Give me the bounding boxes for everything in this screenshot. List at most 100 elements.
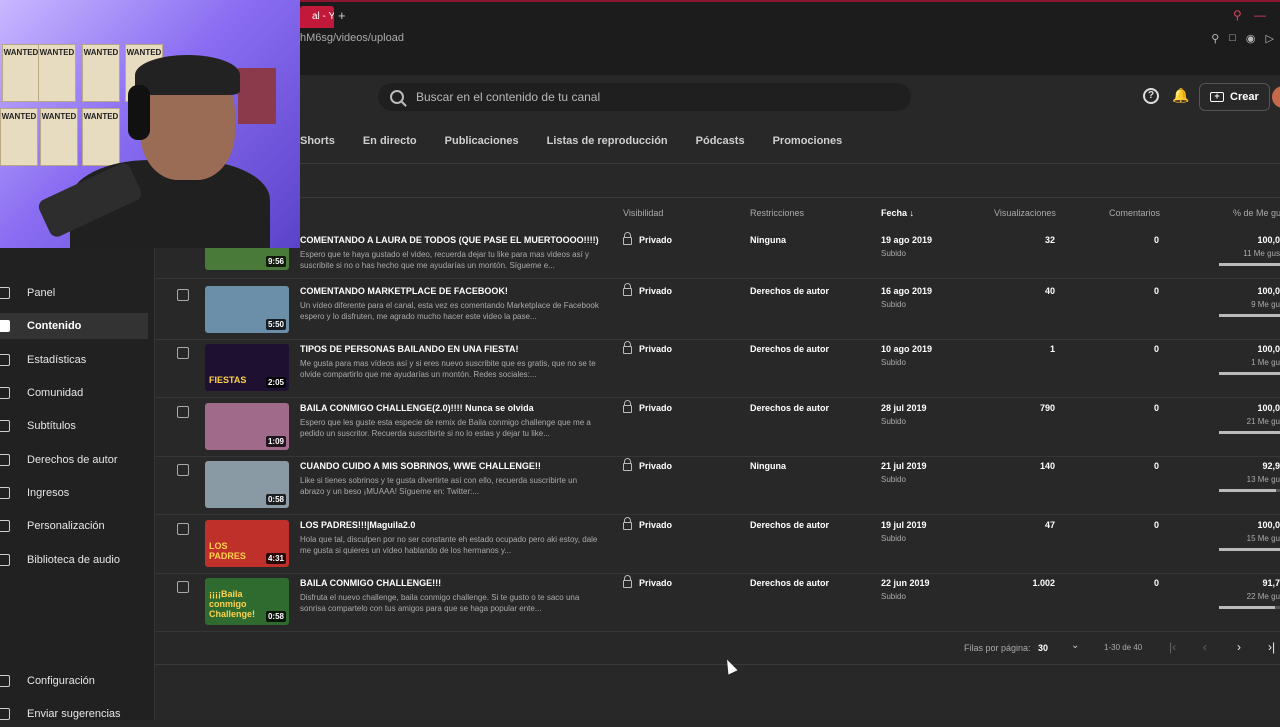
sidebar-item-audio-library[interactable]: Biblioteca de audio [0, 547, 148, 573]
sidebar-item-content[interactable]: Contenido [0, 313, 148, 339]
likes-bar-fill [1219, 372, 1280, 375]
row-checkbox[interactable] [177, 581, 189, 593]
restriction-value[interactable]: Derechos de autor [750, 403, 829, 413]
visibility-cell[interactable]: Privado [623, 575, 672, 588]
restriction-value[interactable]: Derechos de autor [750, 344, 829, 354]
tab-2[interactable]: Publicaciones [445, 135, 519, 147]
table-row[interactable]: LOS PADRES 4:31 LOS PADRES!!!|Maguila2.0… [155, 516, 1280, 574]
tab-0[interactable]: Shorts [300, 135, 335, 147]
search-input[interactable]: Buscar en el contenido de tu canal [378, 83, 911, 111]
create-button[interactable]: + Crear [1199, 83, 1270, 111]
video-title[interactable]: TIPOS DE PERSONAS BAILANDO EN UNA FIESTA… [300, 344, 519, 354]
row-checkbox[interactable] [177, 523, 189, 535]
shield-icon[interactable]: ◉ [1246, 32, 1256, 45]
wanted-poster: WANTED [82, 108, 120, 166]
prev-page-icon[interactable]: ‹ [1203, 640, 1207, 654]
video-title[interactable]: COMENTANDO MARKETPLACE DE FACEBOOK! [300, 286, 508, 296]
video-thumbnail[interactable]: LOS PADRES 4:31 [205, 520, 289, 567]
col-restrictions[interactable]: Restricciones [750, 208, 804, 218]
content-tabs: Shorts En directo Publicaciones Listas de r… [300, 119, 842, 163]
table-row[interactable]: ¡¡¡¡Baila conmigo Challenge! 0:58 BAILA … [155, 574, 1280, 632]
row-checkbox[interactable] [177, 347, 189, 359]
video-title[interactable]: CUANDO CUIDO A MIS SOBRINOS, WWE CHALLEN… [300, 461, 541, 471]
col-date[interactable]: Fecha ↓ [881, 208, 914, 218]
col-visibility[interactable]: Visibilidad [623, 208, 663, 218]
sidebar-item-community[interactable]: Comunidad [0, 380, 148, 406]
restriction-value[interactable]: Ninguna [750, 461, 786, 471]
content-main: Shorts En directo Publicaciones Listas de r… [155, 119, 1280, 720]
sidebar-item-subtitles[interactable]: Subtítulos [0, 413, 148, 439]
table-row[interactable]: 0:58 CUANDO CUIDO A MIS SOBRINOS, WWE CH… [155, 457, 1280, 515]
video-thumbnail[interactable]: ¡¡¡¡Baila conmigo Challenge! 0:58 [205, 578, 289, 625]
sidebar-item-settings[interactable]: Configuración [0, 668, 148, 694]
lock-icon [623, 575, 632, 588]
sidebar: Panel Contenido Estadísticas Comunidad Subtí… [0, 248, 155, 720]
next-page-icon[interactable]: › [1237, 640, 1241, 654]
sidebar-item-earn[interactable]: Ingresos [0, 480, 148, 506]
headphone [128, 85, 150, 140]
video-title[interactable]: BAILA CONMIGO CHALLENGE!!! [300, 578, 441, 588]
restriction-value[interactable]: Derechos de autor [750, 520, 829, 530]
row-checkbox[interactable] [177, 406, 189, 418]
sidebar-item-dashboard[interactable]: Panel [0, 280, 148, 306]
visibility-cell[interactable]: Privado [623, 517, 672, 530]
sidebar-item-copyright[interactable]: Derechos de autor [0, 447, 148, 473]
views-value: 1 [1049, 344, 1055, 354]
video-duration: 1:09 [265, 436, 286, 447]
search-tabs-icon[interactable]: ⚲ [1233, 8, 1242, 22]
visibility-cell[interactable]: Privado [623, 400, 672, 413]
tab-3[interactable]: Listas de reproducción [547, 135, 668, 147]
row-checkbox[interactable] [177, 289, 189, 301]
rows-per-page-value[interactable]: 30 [1038, 643, 1048, 653]
visibility-cell[interactable]: Privado [623, 232, 672, 245]
tab-4[interactable]: Pódcasts [696, 135, 745, 147]
sidebar-item-feedback[interactable]: Enviar sugerencias [0, 701, 148, 727]
likes-bar-fill [1219, 314, 1280, 317]
visibility-cell[interactable]: Privado [623, 458, 672, 471]
video-title[interactable]: BAILA CONMIGO CHALLENGE(2.0)!!!! Nunca s… [300, 403, 534, 413]
table-row[interactable]: 1:09 BAILA CONMIGO CHALLENGE(2.0)!!!! Nu… [155, 399, 1280, 457]
window-icon[interactable]: □ [1229, 32, 1236, 45]
col-likes[interactable]: % de Me gus [1233, 208, 1280, 218]
col-views[interactable]: Visualizaciones [994, 208, 1056, 218]
first-page-icon[interactable]: |‹ [1169, 640, 1176, 654]
table-row[interactable]: FIESTAS 2:05 TIPOS DE PERSONAS BAILANDO … [155, 340, 1280, 398]
visibility-cell[interactable]: Privado [623, 341, 672, 354]
bell-icon[interactable]: 🔔 [1172, 87, 1189, 104]
new-tab-button[interactable]: + [338, 8, 346, 23]
restriction-value[interactable]: Ninguna [750, 235, 786, 245]
sidebar-item-label: Biblioteca de audio [27, 554, 120, 566]
video-thumbnail[interactable]: FIESTAS 2:05 [205, 344, 289, 391]
video-description: Me gusta para mas vídeos así y si eres n… [300, 359, 596, 379]
sidebar-item-analytics[interactable]: Estadísticas [0, 347, 148, 373]
last-page-icon[interactable]: ›| [1268, 640, 1275, 654]
date-status: Subido [881, 475, 906, 484]
tab-1[interactable]: En directo [363, 135, 417, 147]
url-bar[interactable]: hM6sg/videos/upload [300, 32, 404, 44]
visibility-cell[interactable]: Privado [623, 283, 672, 296]
video-title[interactable]: COMENTANDO A LAURA DE TODOS (QUE PASE EL… [300, 235, 599, 245]
arrow-down-icon: ↓ [909, 208, 915, 218]
send-icon[interactable]: ▷ [1266, 32, 1274, 45]
video-thumbnail[interactable]: 1:09 [205, 403, 289, 450]
chevron-down-icon[interactable]: ⌄ [1071, 640, 1079, 651]
avatar[interactable] [1272, 86, 1280, 108]
likes-percent: 100,0 [1257, 235, 1280, 245]
row-checkbox[interactable] [177, 464, 189, 476]
table-row[interactable]: 5:50 COMENTANDO MARKETPLACE DE FACEBOOK!… [155, 282, 1280, 340]
browser-tab[interactable]: al - You [300, 6, 334, 28]
likes-bar-fill [1219, 606, 1275, 609]
help-icon[interactable]: ? [1143, 88, 1159, 104]
video-title[interactable]: LOS PADRES!!!|Maguila2.0 [300, 520, 415, 530]
table-row[interactable]: 9:56 COMENTANDO A LAURA DE TODOS (QUE PA… [155, 223, 1280, 279]
pin-icon[interactable]: ⚲ [1211, 32, 1219, 45]
video-thumbnail[interactable]: 5:50 [205, 286, 289, 333]
video-thumbnail[interactable]: 0:58 [205, 461, 289, 508]
restriction-value[interactable]: Derechos de autor [750, 578, 829, 588]
restriction-value[interactable]: Derechos de autor [750, 286, 829, 296]
earn-icon [0, 487, 10, 499]
tab-5[interactable]: Promociones [773, 135, 843, 147]
col-comments[interactable]: Comentarios [1109, 208, 1160, 218]
sidebar-item-customization[interactable]: Personalización [0, 513, 148, 539]
minimize-icon[interactable]: — [1254, 8, 1266, 22]
